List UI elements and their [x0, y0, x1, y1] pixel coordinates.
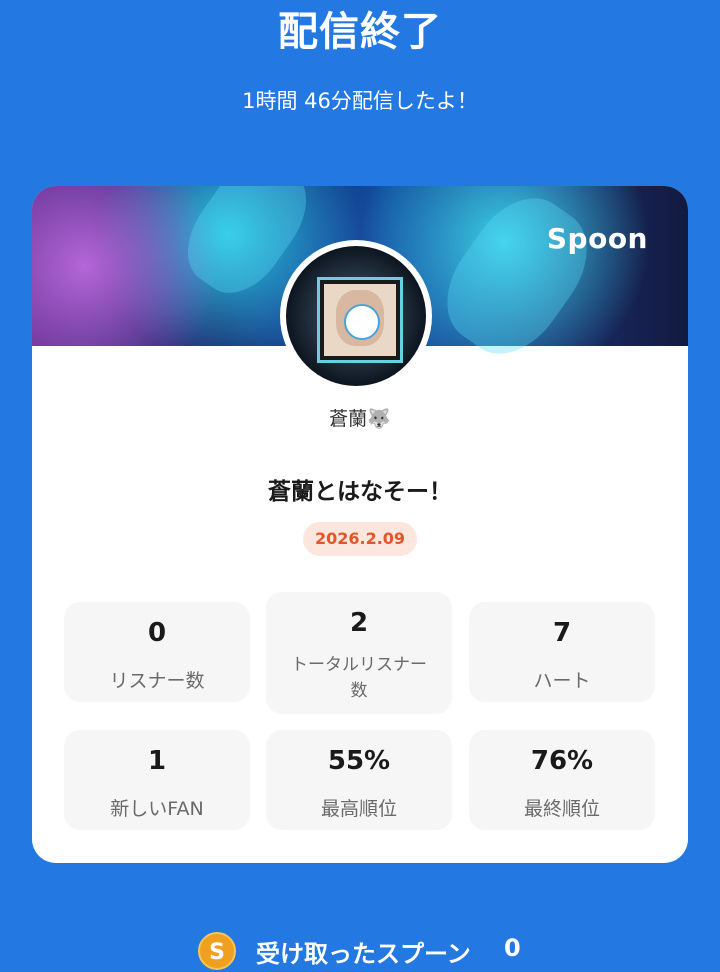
broadcast-summary-card: Spoon 蒼蘭🐺 蒼蘭とはなそー！ 2026.2.09 0 リスナー数 2 ト…	[32, 186, 688, 863]
stream-title: 蒼蘭とはなそー！	[268, 479, 452, 505]
stat-value: 7	[552, 618, 572, 648]
date-badge: 2026.2.09	[303, 522, 417, 556]
stat-value: 1	[147, 746, 167, 776]
stat-value: 2	[349, 608, 369, 638]
stat-highest-rank: 55% 最高順位	[266, 730, 452, 830]
username: 蒼蘭🐺	[329, 408, 391, 430]
spoon-coin-icon: S	[198, 932, 236, 970]
stat-label: 新しいFAN	[110, 798, 204, 820]
stat-label: ハート	[533, 670, 591, 692]
broadcast-duration: 1時間 46分配信したよ！	[242, 89, 478, 113]
stat-value: 76%	[530, 746, 594, 776]
avatar-image	[286, 246, 426, 386]
stat-label: トータルリスナー数	[291, 655, 427, 701]
stat-new-fans: 1 新しいFAN	[64, 730, 250, 830]
received-spoons-label: 受け取ったスプーン	[256, 940, 471, 968]
stat-final-rank: 76% 最終順位	[469, 730, 655, 830]
banner-decoration	[426, 186, 608, 374]
spoon-logo: Spoon	[546, 222, 648, 255]
stat-value: 55%	[327, 746, 391, 776]
page-title: 配信終了	[278, 9, 442, 55]
stat-label: 最高順位	[320, 798, 397, 820]
stat-listeners: 0 リスナー数	[64, 602, 250, 702]
received-spoons-count: 0	[504, 934, 521, 962]
stat-value: 0	[147, 618, 167, 648]
avatar-badge-icon	[344, 304, 380, 340]
avatar-frame	[320, 280, 400, 360]
stat-label: 最終順位	[523, 798, 600, 820]
stat-label: リスナー数	[109, 670, 205, 692]
stat-total-listeners: 2 トータルリスナー数	[266, 592, 452, 714]
stat-hearts: 7 ハート	[469, 602, 655, 702]
avatar[interactable]	[280, 240, 432, 392]
